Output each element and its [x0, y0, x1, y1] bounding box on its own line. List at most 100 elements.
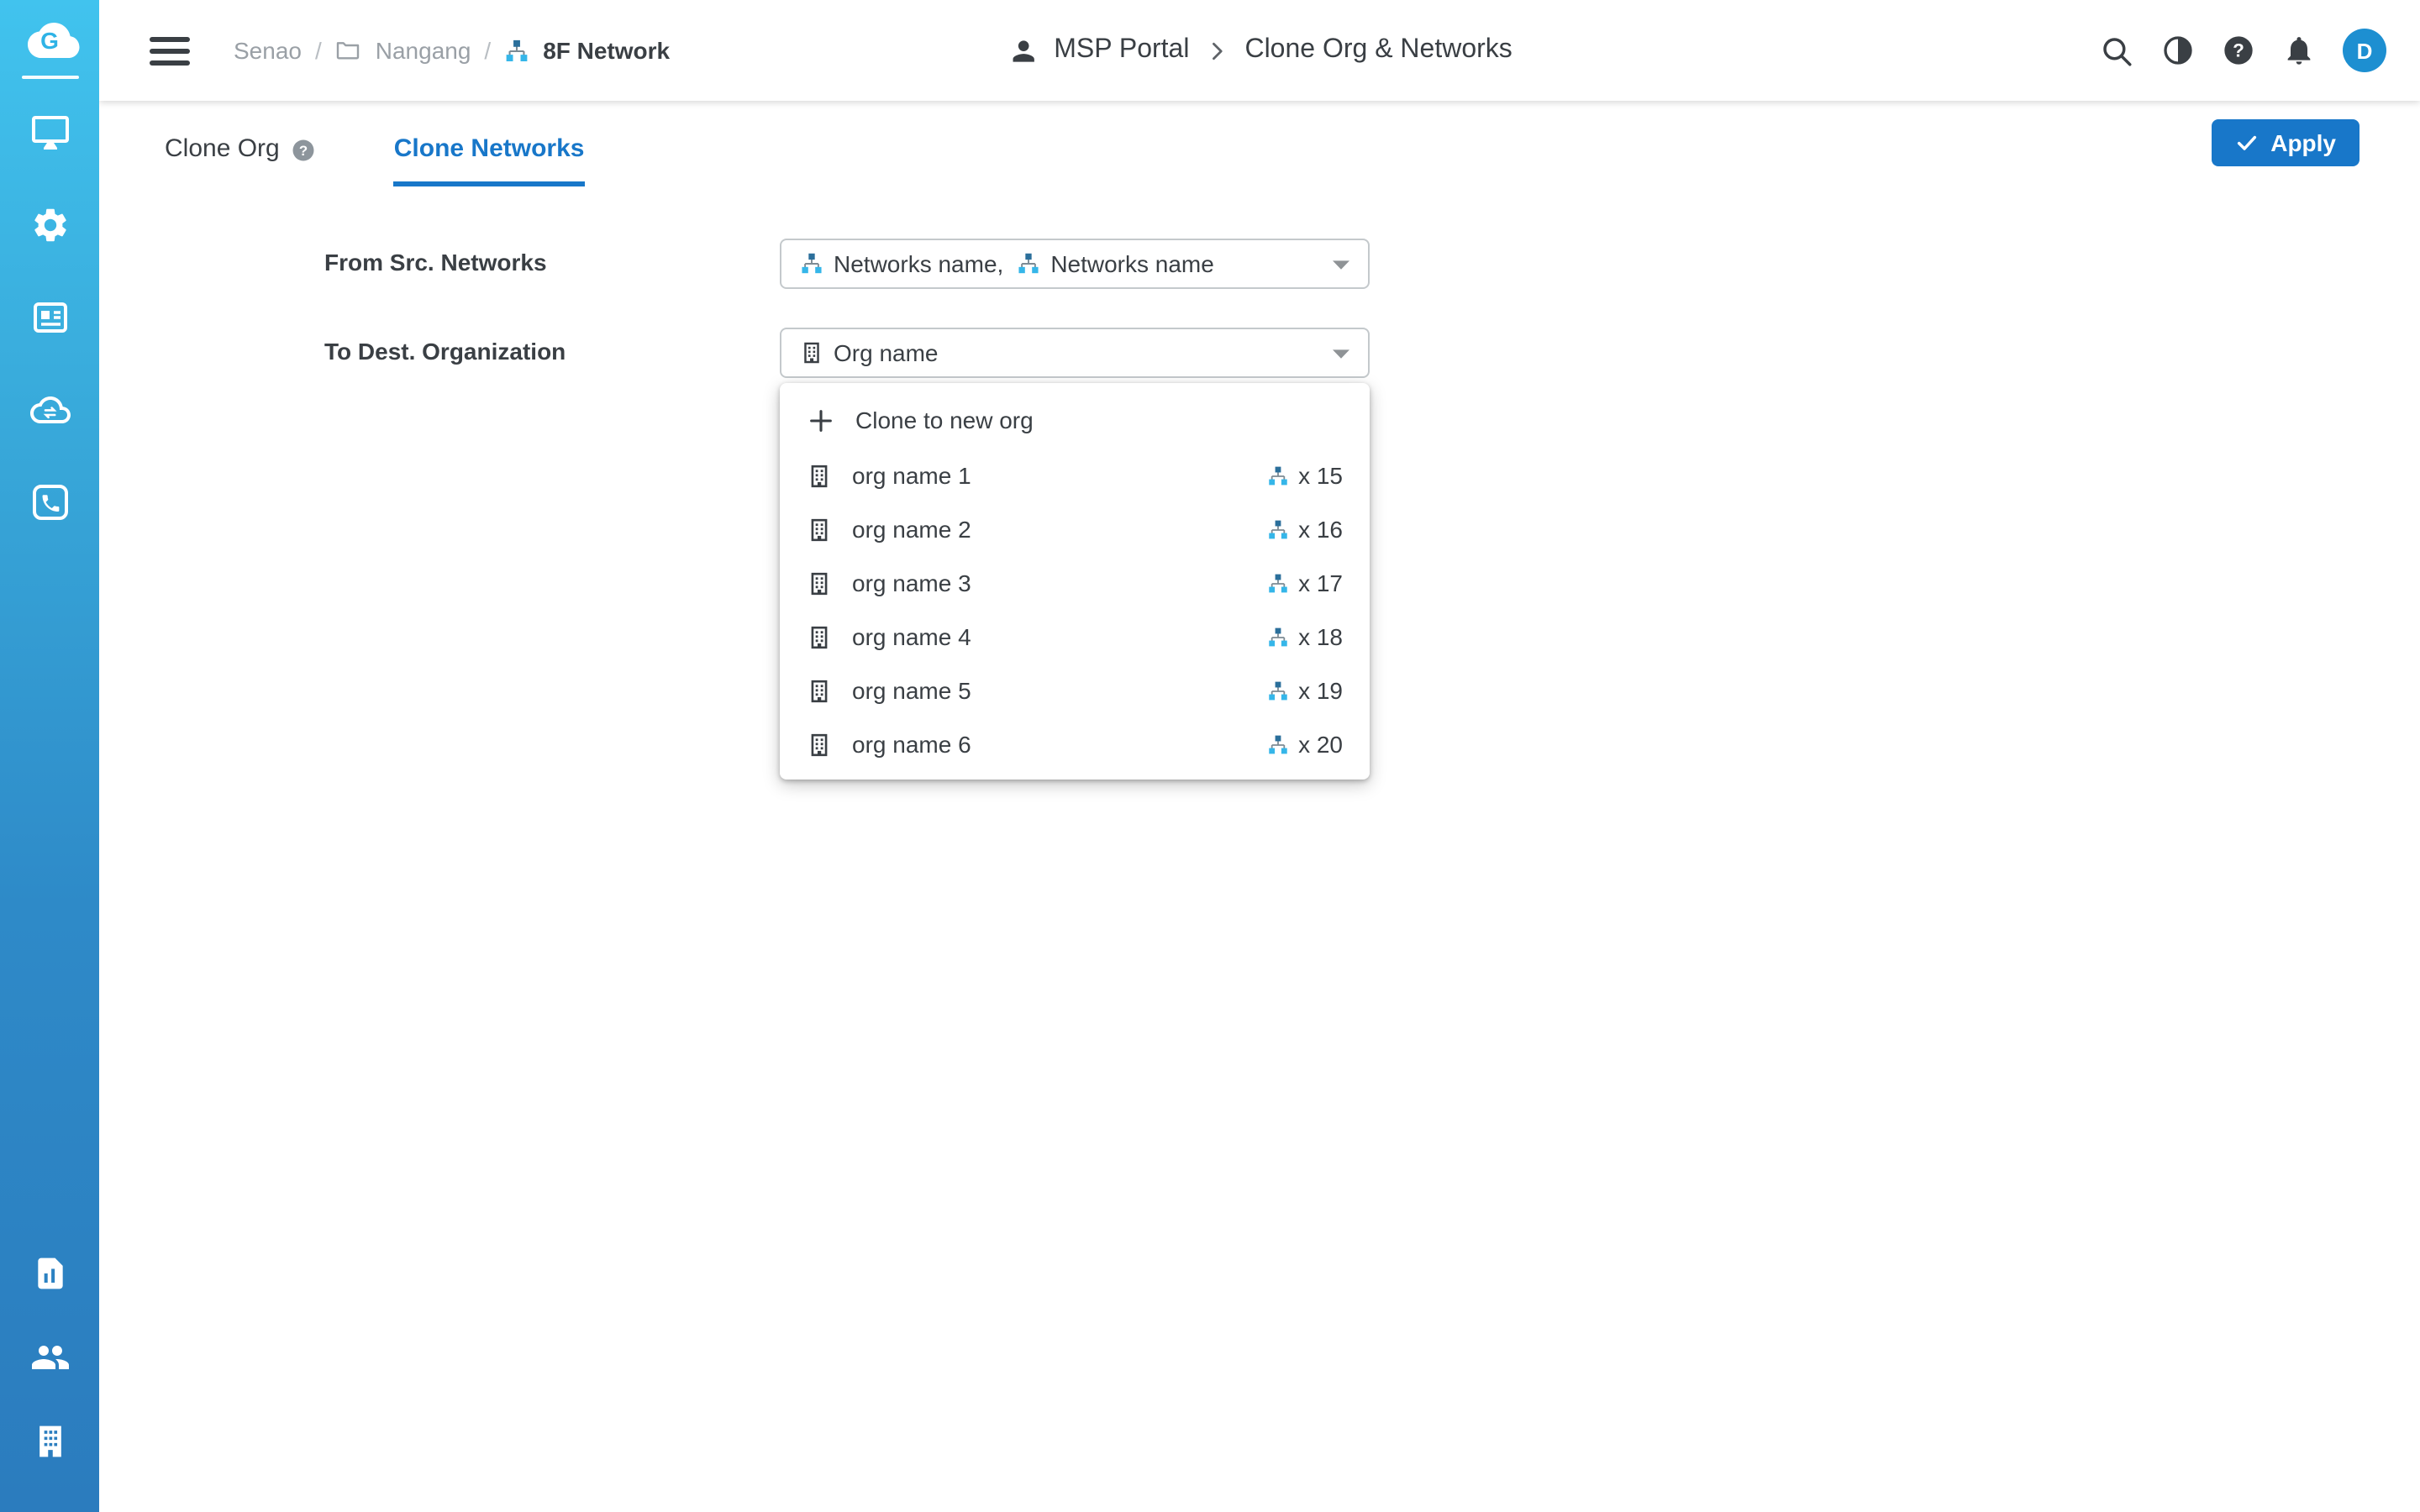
selected-network: Networks name	[1017, 250, 1214, 277]
org-option-row[interactable]: org name 2 x 16	[780, 502, 1370, 556]
header-actions: ? D	[2099, 29, 2420, 72]
network-icon	[504, 38, 529, 63]
tab-clone-org-label: Clone Org	[165, 134, 280, 165]
sidebar-item-news[interactable]	[16, 284, 83, 351]
person-icon	[1007, 34, 1039, 66]
sidebar-item-users[interactable]	[16, 1324, 83, 1391]
org-network-count-label: x 15	[1298, 462, 1343, 489]
clone-to-new-org-option[interactable]: Clone to new org	[780, 391, 1370, 449]
checkmark-icon	[2235, 131, 2259, 155]
org-option-row[interactable]: org name 6 x 20	[780, 717, 1370, 771]
org-network-count-label: x 18	[1298, 623, 1343, 650]
apply-button[interactable]: Apply	[2212, 119, 2360, 166]
tab-clone-networks[interactable]: Clone Networks	[394, 134, 585, 186]
sidebar-bottom-group	[16, 1240, 83, 1512]
clone-to-new-org-label: Clone to new org	[855, 407, 1034, 433]
search-button[interactable]	[2099, 33, 2134, 68]
building-icon	[807, 624, 832, 649]
org-network-count: x 18	[1266, 623, 1343, 650]
org-option-name: org name 1	[852, 462, 971, 489]
tab-bar: Clone Org ? Clone Networks Apply	[99, 101, 2420, 198]
cloud-sync-icon	[28, 390, 71, 430]
breadcrumb-separator: /	[315, 37, 322, 64]
org-option-name: org name 2	[852, 516, 971, 543]
breadcrumb-org[interactable]: Senao	[234, 37, 302, 64]
tab-clone-networks-label: Clone Networks	[394, 134, 585, 165]
sidebar-item-report[interactable]	[16, 1240, 83, 1307]
help-button[interactable]: ?	[2222, 34, 2255, 67]
page-title-text: Clone Org & Networks	[1244, 35, 1512, 66]
portal-title: MSP Portal	[1054, 35, 1189, 66]
svg-text:?: ?	[2233, 40, 2244, 61]
main-content: Clone Org ? Clone Networks Apply From Sr…	[99, 101, 2420, 1512]
bell-icon	[2282, 34, 2316, 67]
logo-divider	[21, 76, 78, 79]
user-avatar[interactable]: D	[2343, 29, 2386, 72]
breadcrumb-network[interactable]: 8F Network	[543, 37, 670, 64]
network-icon	[800, 252, 823, 276]
org-option-row[interactable]: org name 3 x 17	[780, 556, 1370, 610]
sidebar-item-settings[interactable]	[16, 192, 83, 259]
menu-icon[interactable]	[150, 29, 190, 71]
sidebar: G	[0, 0, 99, 1512]
org-network-count-label: x 20	[1298, 731, 1343, 758]
org-network-count: x 16	[1266, 516, 1343, 543]
org-option-row[interactable]: org name 4 x 18	[780, 610, 1370, 664]
network-icon	[1266, 572, 1288, 594]
folder-icon	[335, 37, 362, 64]
tab-help-icon[interactable]: ?	[292, 137, 317, 162]
selected-network-name: Networks name,	[834, 250, 1003, 277]
org-option-row[interactable]: org name 1 x 15	[780, 449, 1370, 502]
network-icon	[1266, 733, 1288, 755]
page-title: MSP Portal Clone Org & Networks	[1007, 34, 1512, 66]
network-icon	[1266, 465, 1288, 486]
selected-network: Networks name,	[800, 250, 1003, 277]
to-dest-organization-select[interactable]: Org name	[780, 328, 1370, 378]
org-option-name: org name 6	[852, 731, 971, 758]
logo-g-letter: G	[16, 27, 83, 54]
theme-toggle-button[interactable]	[2161, 34, 2195, 67]
sidebar-item-cloud-sync[interactable]	[16, 376, 83, 444]
selected-org-name: Org name	[834, 339, 939, 366]
search-icon	[2099, 33, 2134, 68]
network-icon	[1266, 518, 1288, 540]
org-network-count: x 15	[1266, 462, 1343, 489]
sidebar-item-contact[interactable]	[16, 469, 83, 536]
top-header: Senao / Nangang / 8F Network MSP Portal …	[99, 0, 2420, 101]
breadcrumb: Senao / Nangang / 8F Network	[234, 37, 670, 64]
apply-button-label: Apply	[2270, 129, 2336, 156]
org-option-name: org name 3	[852, 570, 971, 596]
users-icon	[28, 1337, 71, 1378]
gear-icon	[29, 205, 70, 245]
from-src-networks-select[interactable]: Networks name, Networks name	[780, 239, 1370, 289]
sidebar-item-organizations[interactable]	[16, 1408, 83, 1475]
org-option-row[interactable]: org name 5 x 19	[780, 664, 1370, 717]
chevron-right-icon	[1204, 38, 1229, 63]
org-option-name: org name 5	[852, 677, 971, 704]
from-src-networks-label: From Src. Networks	[324, 249, 547, 276]
building-icon	[807, 517, 832, 542]
building-icon	[800, 341, 823, 365]
org-network-count: x 17	[1266, 570, 1343, 596]
building-icon	[807, 732, 832, 757]
network-icon	[1266, 680, 1288, 701]
selected-org: Org name	[800, 339, 939, 366]
help-icon: ?	[2222, 34, 2255, 67]
breadcrumb-site[interactable]: Nangang	[376, 37, 471, 64]
breadcrumb-separator: /	[484, 37, 491, 64]
network-icon	[1266, 626, 1288, 648]
building-solid-icon	[31, 1423, 68, 1460]
org-network-count: x 19	[1266, 677, 1343, 704]
org-network-count: x 20	[1266, 731, 1343, 758]
org-network-count-label: x 17	[1298, 570, 1343, 596]
to-dest-organization-label: To Dest. Organization	[324, 338, 566, 365]
news-card-icon	[29, 297, 70, 338]
caret-down-icon	[1331, 348, 1351, 361]
sidebar-item-monitor[interactable]	[16, 99, 83, 166]
org-network-count-label: x 19	[1298, 677, 1343, 704]
org-network-count-label: x 16	[1298, 516, 1343, 543]
tab-clone-org[interactable]: Clone Org ?	[165, 134, 317, 181]
phone-icon	[29, 482, 70, 522]
notifications-button[interactable]	[2282, 34, 2316, 67]
engenius-cloud-logo: G	[16, 15, 83, 66]
